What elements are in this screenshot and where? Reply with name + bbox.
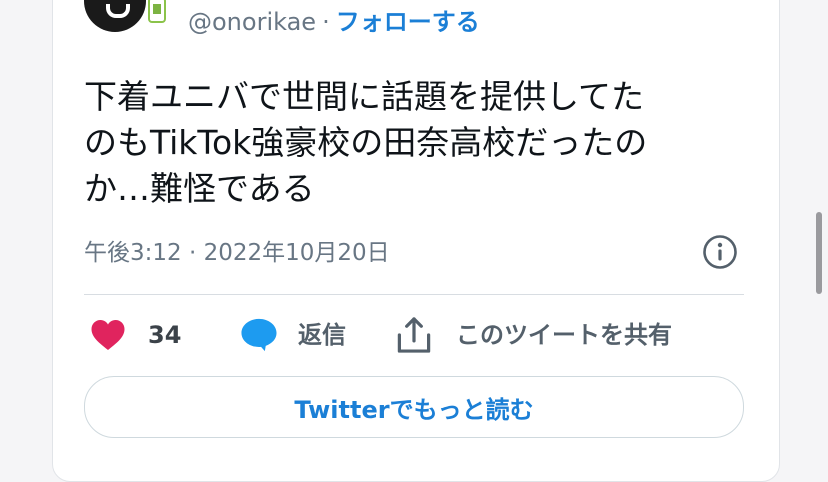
tweet-text-line-1: 下着ユニバで世間に話題を提供してた	[84, 77, 645, 116]
separator-dot: ·	[322, 8, 330, 36]
author-row: @onorikae · フォローする	[188, 6, 480, 38]
speech-bubble-icon	[241, 318, 277, 352]
info-icon[interactable]	[702, 234, 738, 270]
author-handle[interactable]: @onorikae	[188, 8, 316, 36]
tweet-timestamp[interactable]: 午後3:12 · 2022年10月20日	[84, 236, 390, 270]
like-count: 34	[148, 321, 182, 349]
share-label: このツイートを共有	[456, 321, 672, 349]
avatar-logo-mark	[106, 4, 130, 18]
share-button[interactable]: このツイートを共有	[396, 312, 672, 358]
action-bar: 34 返信 このツイートを共有	[84, 312, 744, 358]
heart-icon	[91, 320, 125, 350]
reply-button[interactable]: 返信	[240, 312, 346, 358]
divider	[84, 294, 744, 295]
read-more-button[interactable]: Twitterでもっと読む	[84, 376, 744, 438]
tweet-text: 下着ユニバで世間に話題を提供してた のもTikTok強豪校の田奈高校だったの か…	[84, 74, 744, 212]
like-button[interactable]: 34	[90, 312, 181, 358]
avatar-badge-icon	[148, 0, 166, 23]
tweet-text-line-2: のもTikTok強豪校の田奈高校だったの	[84, 123, 648, 162]
share-icon	[397, 317, 431, 353]
tweet-text-line-3: か…難怪である	[84, 169, 315, 208]
scrollbar[interactable]	[816, 212, 822, 294]
follow-link[interactable]: フォローする	[336, 8, 480, 36]
reply-label: 返信	[298, 321, 346, 349]
